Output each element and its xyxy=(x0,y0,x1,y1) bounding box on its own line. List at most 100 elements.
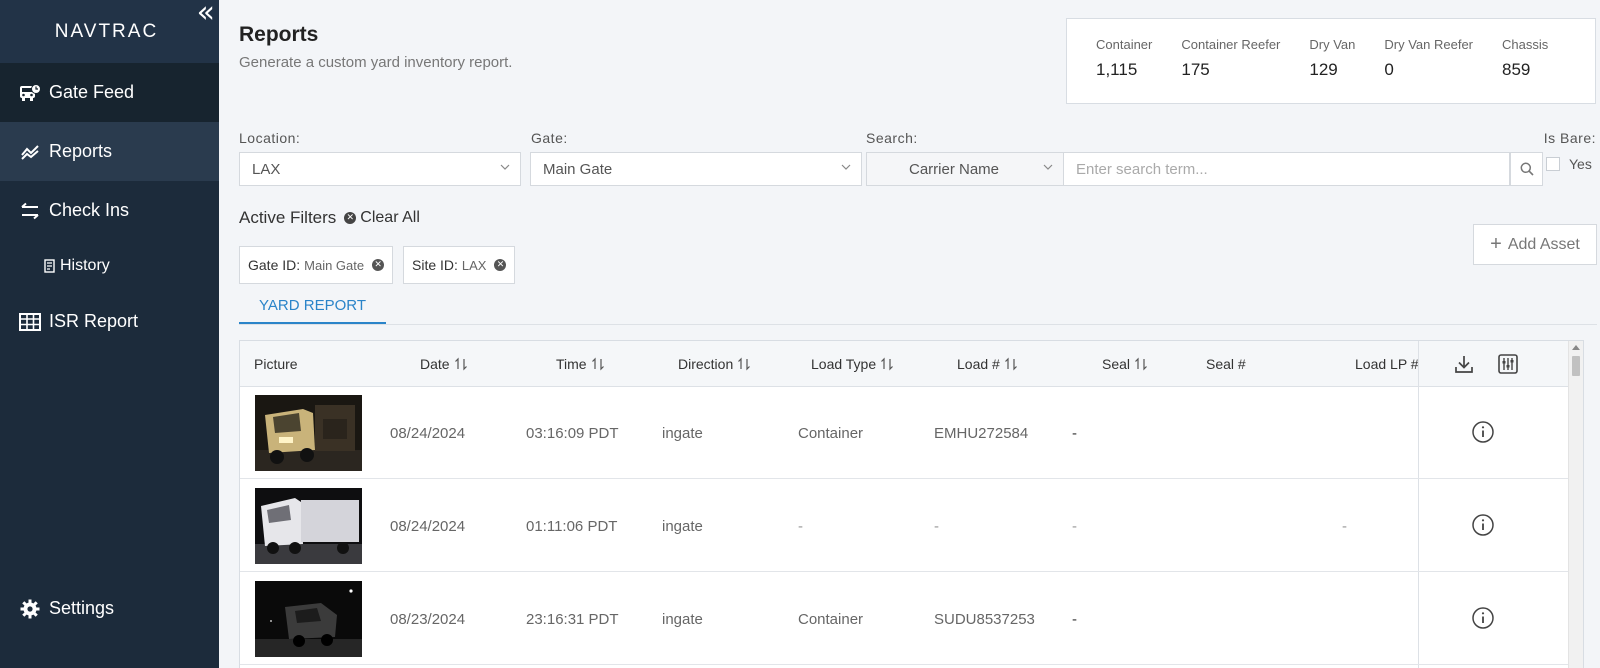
sort-icon xyxy=(454,357,467,371)
sidebar-item-history[interactable]: History xyxy=(0,240,219,292)
search-field-select[interactable]: Carrier Name xyxy=(866,152,1064,186)
download-icon[interactable] xyxy=(1452,352,1476,376)
cell-load-number: SUDU8537253 xyxy=(934,611,1035,628)
search-label: Search: xyxy=(866,130,918,146)
cell-load-type: Container xyxy=(798,425,864,442)
cell-seal: - xyxy=(1072,611,1077,628)
bus-icon xyxy=(19,82,41,104)
location-select[interactable]: LAX xyxy=(239,152,521,186)
main-content: Reports Generate a custom yard inventory… xyxy=(219,0,1600,668)
column-header-date[interactable]: Date xyxy=(420,356,468,372)
sidebar-item-gate-feed[interactable]: Gate Feed xyxy=(0,63,219,122)
stat-label: Chassis xyxy=(1502,37,1549,52)
stat-label: Dry Van xyxy=(1309,37,1356,52)
brand-header: NAVTRAC « xyxy=(0,0,219,63)
sort-icon xyxy=(1135,357,1147,371)
plus-icon: + xyxy=(1490,233,1502,255)
sort-icon xyxy=(1004,357,1017,371)
search-icon xyxy=(1520,162,1534,176)
stat-value: 859 xyxy=(1502,60,1531,79)
sidebar-item-reports[interactable]: Reports xyxy=(0,122,219,181)
stat-label: Container Reefer xyxy=(1181,37,1281,52)
cell-time: 23:16:31 PDT xyxy=(526,611,619,628)
location-value: LAX xyxy=(252,160,281,178)
sort-icon xyxy=(591,357,604,371)
double-chevron-left-icon[interactable]: « xyxy=(197,0,215,28)
sidebar-item-settings[interactable]: Settings xyxy=(0,579,219,638)
column-header-load-lp: Load LP # xyxy=(1355,356,1419,372)
search-field-value: Carrier Name xyxy=(909,160,1000,178)
sort-icon xyxy=(881,357,894,371)
table-row: 08/24/2024 03:16:09 PDT ingate Container… xyxy=(240,387,1570,479)
stat-label: Container xyxy=(1096,37,1153,52)
stat-dry-van-reefer: Dry Van Reefer 0 xyxy=(1384,37,1473,103)
scrollbar-thumb[interactable] xyxy=(1572,356,1580,376)
sidebar: NAVTRAC « Gate Feed Reports Check Ins Hi… xyxy=(0,0,219,668)
search-input[interactable] xyxy=(1064,152,1510,186)
sidebar-item-isr-report[interactable]: ISR Report xyxy=(0,292,219,351)
cell-direction: ingate xyxy=(662,425,703,442)
clear-all-label: Clear All xyxy=(360,209,420,226)
column-settings-icon[interactable] xyxy=(1496,352,1520,376)
page-title: Reports xyxy=(239,23,319,46)
column-header-seal[interactable]: Seal xyxy=(1102,356,1148,372)
cell-load-number: - xyxy=(934,518,939,535)
clear-all-button[interactable]: ✕ Clear All xyxy=(344,209,420,227)
gear-icon xyxy=(19,598,41,620)
is-bare-option-label: Yes xyxy=(1569,156,1592,172)
table-row: 08/23/2024 23:16:31 PDT ingate Container… xyxy=(240,573,1570,665)
stat-container-reefer: Container Reefer 175 xyxy=(1181,37,1280,103)
chip-key: Gate ID: xyxy=(248,257,301,273)
scroll-up-arrow-icon[interactable] xyxy=(1572,345,1580,350)
sidebar-item-check-ins[interactable]: Check Ins xyxy=(0,181,219,240)
stat-label: Dry Van Reefer xyxy=(1384,37,1474,52)
chart-line-icon xyxy=(19,141,41,163)
cell-seal: - xyxy=(1072,518,1077,535)
cell-load-type: - xyxy=(798,518,803,535)
column-header-load-type[interactable]: Load Type xyxy=(811,356,894,372)
gate-select[interactable]: Main Gate xyxy=(530,152,862,186)
swap-arrows-icon xyxy=(19,200,41,222)
gate-photo-thumbnail[interactable] xyxy=(255,395,362,471)
cell-seal: - xyxy=(1072,425,1077,442)
sort-icon xyxy=(738,357,751,371)
search-button[interactable] xyxy=(1510,152,1543,186)
gate-photo-thumbnail[interactable] xyxy=(255,581,362,657)
cell-direction: ingate xyxy=(662,611,703,628)
cell-load-type: Container xyxy=(798,611,864,628)
stat-container: Container 1,115 xyxy=(1096,37,1152,103)
cell-load-number: EMHU272584 xyxy=(934,425,1029,442)
active-filters-title: Active Filters xyxy=(239,208,337,227)
table-scrollbar[interactable] xyxy=(1568,341,1583,668)
column-header-load-number[interactable]: Load # xyxy=(957,356,1018,372)
cell-load-lp: - xyxy=(1342,518,1347,535)
table-row: 08/24/2024 01:11:06 PDT ingate - - - - xyxy=(240,480,1570,572)
info-icon[interactable] xyxy=(1471,420,1495,444)
chip-value: Main Gate xyxy=(304,257,365,273)
sidebar-item-label: Settings xyxy=(49,598,115,618)
remove-chip-icon[interactable]: ✕ xyxy=(372,259,385,271)
gate-photo-thumbnail[interactable] xyxy=(255,488,362,564)
stat-dry-van: Dry Van 129 xyxy=(1309,37,1355,103)
column-header-time[interactable]: Time xyxy=(556,356,605,372)
cell-time: 03:16:09 PDT xyxy=(526,425,619,442)
info-icon[interactable] xyxy=(1471,606,1495,630)
column-header-direction[interactable]: Direction xyxy=(678,356,751,372)
tab-yard-report[interactable]: YARD REPORT xyxy=(239,288,386,324)
chevron-down-icon xyxy=(1043,164,1053,170)
close-circle-icon: ✕ xyxy=(344,212,357,224)
chevron-down-icon xyxy=(500,164,510,170)
tab-divider xyxy=(239,324,1597,325)
is-bare-checkbox[interactable] xyxy=(1546,157,1560,171)
chevron-down-icon xyxy=(841,164,851,170)
add-asset-button[interactable]: + Add Asset xyxy=(1473,224,1597,265)
info-icon[interactable] xyxy=(1471,513,1495,537)
remove-chip-icon[interactable]: ✕ xyxy=(494,259,507,271)
cell-date: 08/24/2024 xyxy=(390,425,466,442)
gate-label: Gate: xyxy=(531,130,568,146)
gate-value: Main Gate xyxy=(543,160,613,178)
table-header: Picture Date Time Direction Load Type Lo… xyxy=(240,341,1583,387)
stat-chassis: Chassis 859 xyxy=(1502,37,1548,103)
location-label: Location: xyxy=(239,130,301,146)
inventory-stats-card: Container 1,115 Container Reefer 175 Dry… xyxy=(1066,18,1596,104)
